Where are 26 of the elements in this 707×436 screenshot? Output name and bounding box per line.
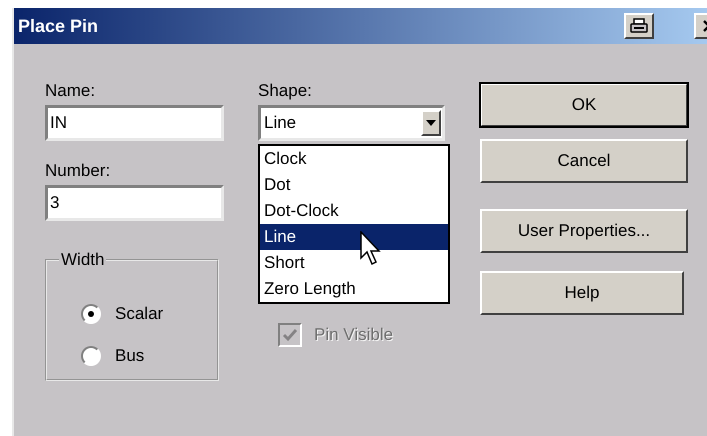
radio-label: Scalar bbox=[115, 304, 164, 324]
number-field[interactable]: 3 bbox=[45, 185, 224, 221]
radio-button[interactable] bbox=[81, 304, 101, 324]
number-label: Number: bbox=[45, 161, 110, 181]
dropdown-option[interactable]: Clock bbox=[260, 146, 448, 172]
dialog-button[interactable]: User Properties... bbox=[480, 209, 688, 253]
window-title: Place Pin bbox=[18, 16, 100, 36]
dropdown-option[interactable]: Short bbox=[260, 250, 448, 276]
printer-icon bbox=[630, 18, 648, 34]
shape-dropdown[interactable]: Line bbox=[258, 105, 445, 141]
name-label: Name: bbox=[45, 81, 96, 101]
check-icon bbox=[282, 328, 298, 342]
radio-label: Bus bbox=[115, 346, 144, 366]
dropdown-option[interactable]: Zero Length bbox=[260, 276, 448, 302]
dropdown-option[interactable]: Dot-Clock bbox=[260, 198, 448, 224]
print-button[interactable] bbox=[624, 13, 654, 39]
dialog-button[interactable]: Cancel bbox=[480, 139, 688, 183]
shape-label: Shape: bbox=[258, 81, 312, 101]
radio-button[interactable] bbox=[81, 346, 101, 366]
name-field[interactable]: IN bbox=[45, 105, 224, 141]
dropdown-option[interactable]: Line bbox=[260, 224, 448, 250]
dialog-button[interactable]: OK bbox=[480, 83, 688, 127]
dropdown-option[interactable]: Dot bbox=[260, 172, 448, 198]
checkbox-label: Pin Visible bbox=[314, 325, 394, 345]
mouse-pointer-icon bbox=[360, 231, 382, 267]
dialog-button[interactable]: Help bbox=[480, 271, 684, 315]
